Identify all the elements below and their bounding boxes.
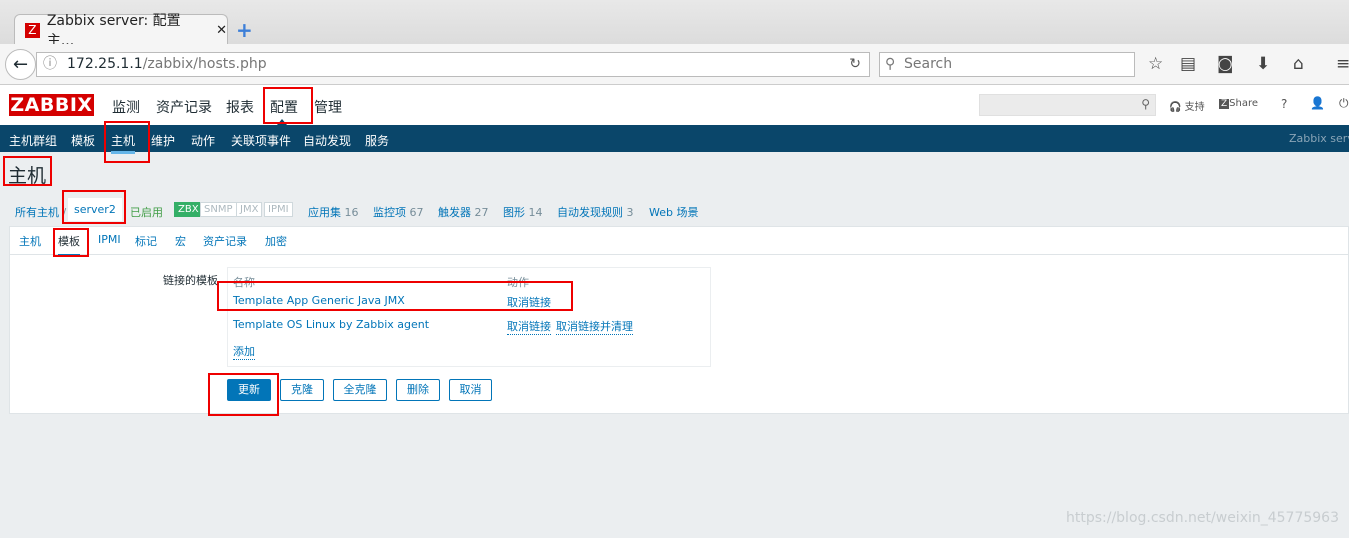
unlink-button[interactable]: 取消链接 bbox=[507, 318, 551, 335]
url-path: /zabbix/hosts.php bbox=[142, 56, 267, 72]
back-icon[interactable]: ← bbox=[5, 49, 36, 80]
zabbix-search-input[interactable]: ⚲ bbox=[979, 94, 1156, 116]
breadcrumb-all-hosts[interactable]: 所有主机 / bbox=[15, 204, 66, 220]
bookmark-star-icon[interactable]: ☆ bbox=[1148, 54, 1163, 74]
all-hosts-label: 所有主机 bbox=[15, 206, 59, 219]
annotation-box bbox=[53, 228, 89, 257]
tab-host[interactable]: 主机 bbox=[19, 233, 41, 249]
tab-inventory[interactable]: 资产记录 bbox=[203, 233, 247, 249]
close-icon[interactable]: ✕ bbox=[216, 23, 227, 38]
url-bar[interactable]: ⓘ 172.25.1.1/zabbix/hosts.php ↻ bbox=[36, 52, 870, 77]
badge-jmx: JMX bbox=[236, 202, 263, 217]
link-applications[interactable]: 应用集 16 bbox=[308, 204, 359, 220]
annotation-box bbox=[263, 87, 313, 124]
link-discovery-rules[interactable]: 自动发现规则 3 bbox=[557, 204, 634, 220]
user-profile-icon[interactable]: 👤 bbox=[1310, 96, 1325, 110]
home-icon[interactable]: ⌂ bbox=[1293, 54, 1304, 74]
badge-zbx: ZBX bbox=[174, 202, 203, 217]
link-label: 应用集 bbox=[308, 206, 341, 219]
cancel-button[interactable]: 取消 bbox=[449, 379, 492, 401]
help-icon[interactable]: ? bbox=[1281, 97, 1287, 111]
menu-monitoring[interactable]: 监测 bbox=[112, 97, 140, 117]
watermark: https://blog.csdn.net/weixin_45775963 bbox=[1065, 510, 1339, 526]
link-web-scenarios[interactable]: Web 场景 bbox=[649, 204, 698, 220]
browser-search-input[interactable]: ⚲ Search bbox=[879, 52, 1135, 77]
clone-button[interactable]: 克隆 bbox=[280, 379, 324, 401]
menu-icon[interactable]: ≡ bbox=[1336, 54, 1349, 74]
link-count: 16 bbox=[344, 206, 359, 219]
search-icon[interactable]: ⚲ bbox=[1141, 97, 1150, 111]
submenu-actions[interactable]: 动作 bbox=[191, 132, 215, 149]
server-name: Zabbix server bbox=[1289, 132, 1349, 145]
submenu-event-correlation[interactable]: 关联项事件 bbox=[231, 132, 291, 149]
link-count: 14 bbox=[528, 206, 543, 219]
submenu-host-groups[interactable]: 主机群组 bbox=[9, 132, 57, 149]
link-count: 67 bbox=[409, 206, 424, 219]
info-icon: ⓘ bbox=[43, 56, 57, 72]
submenu-discovery[interactable]: 自动发现 bbox=[303, 132, 351, 149]
link-label: 自动发现规则 bbox=[557, 206, 623, 219]
link-label: 触发器 bbox=[438, 206, 471, 219]
template-link[interactable]: Template OS Linux by Zabbix agent bbox=[233, 318, 429, 331]
browser-tab[interactable]: Z Zabbix server: 配置主... ✕ bbox=[14, 13, 228, 49]
submenu-maintenance[interactable]: 维护 bbox=[151, 132, 175, 149]
zabbix-logo[interactable]: ZABBIX bbox=[9, 94, 94, 116]
annotation-box bbox=[208, 373, 279, 416]
menu-administration[interactable]: 管理 bbox=[314, 97, 342, 117]
link-label: 图形 bbox=[503, 206, 525, 219]
tab-encryption[interactable]: 加密 bbox=[265, 233, 287, 249]
share-icon: Z bbox=[1219, 99, 1230, 109]
search-icon: ⚲ bbox=[885, 56, 896, 72]
host-status[interactable]: 已启用 bbox=[130, 204, 163, 220]
share-link[interactable]: Z Share bbox=[1219, 98, 1258, 109]
link-triggers[interactable]: 触发器 27 bbox=[438, 204, 489, 220]
support-link[interactable]: 🎧 支持 bbox=[1169, 98, 1205, 113]
search-placeholder: Search bbox=[904, 56, 953, 72]
submenu-templates[interactable]: 模板 bbox=[71, 132, 95, 149]
annotation-box bbox=[3, 156, 52, 186]
link-label: 监控项 bbox=[373, 206, 406, 219]
reload-icon[interactable]: ↻ bbox=[849, 53, 861, 76]
menu-reports[interactable]: 报表 bbox=[226, 97, 254, 117]
annotation-box bbox=[62, 190, 126, 224]
url-host: 172.25.1.1 bbox=[67, 56, 143, 72]
annotation-box bbox=[104, 121, 150, 163]
link-count: 27 bbox=[474, 206, 489, 219]
tab-divider bbox=[9, 254, 1349, 255]
link-count: 3 bbox=[626, 206, 634, 219]
pocket-icon[interactable]: ◙ bbox=[1217, 54, 1234, 74]
annotation-box bbox=[217, 281, 573, 311]
add-template-button[interactable]: 添加 bbox=[233, 343, 255, 360]
badge-ipmi: IPMI bbox=[264, 202, 293, 217]
badge-snmp: SNMP bbox=[200, 202, 237, 217]
share-label: Share bbox=[1229, 98, 1259, 109]
tab-tags[interactable]: 标记 bbox=[135, 233, 157, 249]
zabbix-favicon: Z bbox=[25, 22, 40, 38]
download-icon[interactable]: ⬇ bbox=[1256, 54, 1270, 74]
link-graphs[interactable]: 图形 14 bbox=[503, 204, 543, 220]
tab-macros[interactable]: 宏 bbox=[175, 233, 186, 249]
unlink-and-clear-button[interactable]: 取消链接并清理 bbox=[556, 318, 633, 335]
tab-ipmi[interactable]: IPMI bbox=[98, 233, 121, 246]
link-items[interactable]: 监控项 67 bbox=[373, 204, 424, 220]
delete-button[interactable]: 删除 bbox=[396, 379, 440, 401]
support-label: 支持 bbox=[1184, 102, 1205, 113]
submenu-services[interactable]: 服务 bbox=[365, 132, 389, 149]
new-tab-icon[interactable]: + bbox=[236, 18, 253, 42]
full-clone-button[interactable]: 全克隆 bbox=[333, 379, 387, 401]
logout-icon[interactable]: ⏻ bbox=[1339, 96, 1349, 111]
linked-templates-label: 链接的模板 bbox=[163, 274, 218, 287]
reading-list-icon[interactable]: ▤ bbox=[1180, 54, 1196, 74]
menu-inventory[interactable]: 资产记录 bbox=[156, 97, 212, 117]
